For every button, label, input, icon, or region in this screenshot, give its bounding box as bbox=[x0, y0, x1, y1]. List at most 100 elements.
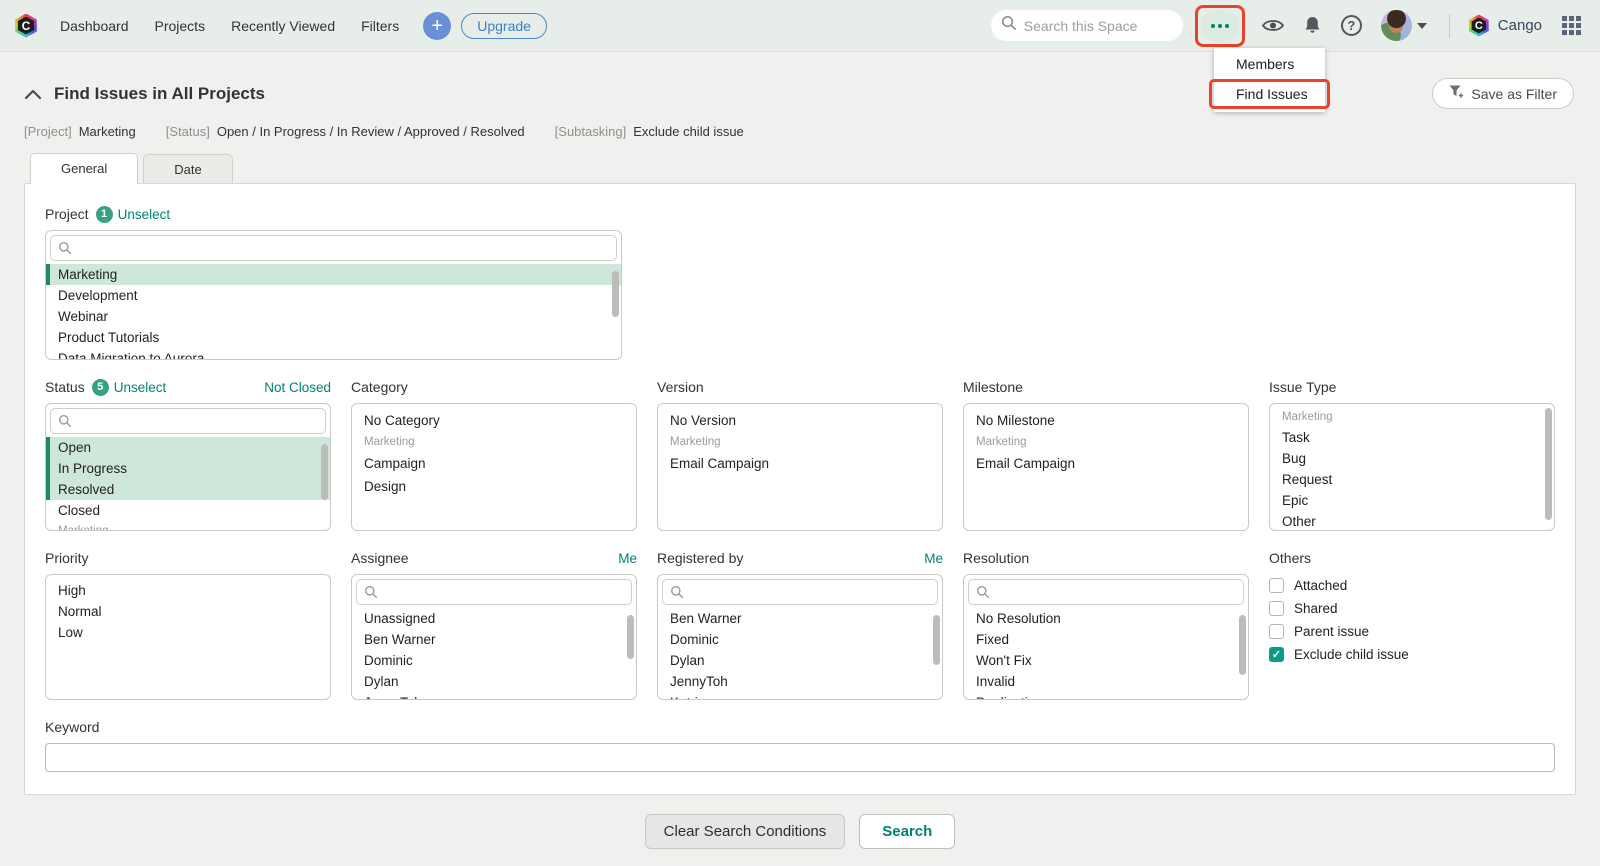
menu-item-find-issues[interactable]: Find Issues bbox=[1212, 82, 1327, 106]
list-item[interactable]: Ben Warner bbox=[352, 629, 636, 650]
nav-recently-viewed[interactable]: Recently Viewed bbox=[231, 18, 335, 34]
project-unselect-link[interactable]: Unselect bbox=[118, 207, 171, 222]
upgrade-button[interactable]: Upgrade bbox=[461, 12, 547, 39]
assignee-me-link[interactable]: Me bbox=[618, 551, 637, 566]
list-item[interactable]: High bbox=[46, 580, 330, 601]
nav-projects[interactable]: Projects bbox=[155, 18, 206, 34]
list-item: Marketing bbox=[1282, 411, 1333, 423]
project-filter-input[interactable] bbox=[50, 235, 617, 261]
keyword-field: Keyword bbox=[45, 717, 1555, 772]
filter-summary: [Project] Marketing [Status] Open / In P… bbox=[0, 109, 1600, 139]
list-item[interactable]: Development bbox=[46, 285, 621, 306]
list-item[interactable]: In Progress bbox=[46, 458, 330, 479]
overflow-menu-button[interactable] bbox=[1200, 9, 1239, 42]
registered-by-me-link[interactable]: Me bbox=[924, 551, 943, 566]
topbar-divider bbox=[1448, 13, 1450, 38]
list-item[interactable]: Task bbox=[1270, 427, 1554, 448]
list-item[interactable]: Dominic bbox=[352, 650, 636, 671]
list-item[interactable]: Ben Warner bbox=[658, 608, 942, 629]
checkbox-parent-issue[interactable]: Parent issue bbox=[1269, 620, 1555, 643]
save-as-filter-button[interactable]: Save as Filter bbox=[1432, 78, 1574, 109]
clear-search-conditions-button[interactable]: Clear Search Conditions bbox=[644, 814, 846, 849]
app-logo[interactable]: C bbox=[15, 13, 37, 38]
list-item[interactable]: Invalid bbox=[964, 671, 1248, 692]
list-item[interactable]: Product Tutorials bbox=[46, 327, 621, 348]
list-item[interactable]: Epic bbox=[1270, 490, 1554, 511]
tab-general[interactable]: General bbox=[30, 153, 139, 184]
keyword-input[interactable] bbox=[45, 743, 1555, 772]
status-listbox: Open In Progress Resolved Closed Marketi… bbox=[45, 403, 331, 531]
user-menu[interactable] bbox=[1380, 10, 1427, 41]
registered-by-filter-input[interactable] bbox=[662, 579, 938, 605]
list-item[interactable]: Katrina bbox=[658, 692, 942, 699]
space-home-link[interactable]: C Cango bbox=[1468, 14, 1542, 37]
list-item[interactable]: Marketing bbox=[46, 264, 621, 285]
checkbox-exclude-child-issue[interactable]: Exclude child issue bbox=[1269, 643, 1555, 666]
status-not-closed-link[interactable]: Not Closed bbox=[264, 380, 331, 395]
list-item[interactable]: Email Campaign bbox=[658, 452, 942, 475]
registered-by-field: Registered by Me Ben Warner Dominic Dyla… bbox=[657, 548, 943, 700]
scrollbar[interactable] bbox=[321, 444, 328, 500]
checkbox-attached[interactable]: Attached bbox=[1269, 574, 1555, 597]
space-search-input[interactable] bbox=[1023, 17, 1164, 34]
scrollbar[interactable] bbox=[1239, 615, 1246, 675]
menu-item-members[interactable]: Members bbox=[1214, 50, 1325, 78]
help-icon[interactable]: ? bbox=[1340, 15, 1362, 36]
list-item[interactable]: Resolved bbox=[46, 479, 330, 500]
list-item[interactable]: No Resolution bbox=[964, 608, 1248, 629]
overflow-dropdown-menu: Members Find Issues bbox=[1209, 48, 1330, 112]
list-item[interactable]: JennyToh bbox=[658, 671, 942, 692]
list-item[interactable]: Open bbox=[46, 437, 330, 458]
scrollbar[interactable] bbox=[627, 615, 634, 659]
status-filter-input[interactable] bbox=[50, 408, 326, 434]
list-item[interactable]: Low bbox=[46, 622, 330, 643]
assignee-listbox: Unassigned Ben Warner Dominic Dylan Jenn… bbox=[351, 574, 637, 700]
list-item[interactable]: Data Migration to Aurora bbox=[46, 348, 621, 359]
priority-listbox: High Normal Low bbox=[45, 574, 331, 700]
scrollbar[interactable] bbox=[933, 615, 940, 665]
list-item[interactable]: Dylan bbox=[658, 650, 942, 671]
filter-plus-icon bbox=[1449, 85, 1464, 102]
list-item[interactable]: Duplication bbox=[964, 692, 1248, 699]
others-options: Attached Shared Parent issue Exclude chi… bbox=[1269, 574, 1555, 666]
status-unselect-link[interactable]: Unselect bbox=[114, 380, 167, 395]
chevron-down-icon bbox=[1416, 22, 1427, 29]
list-item[interactable]: Closed bbox=[46, 500, 330, 521]
tab-date[interactable]: Date bbox=[143, 154, 233, 184]
list-item[interactable]: Won't Fix bbox=[964, 650, 1248, 671]
list-item[interactable]: No Milestone bbox=[964, 409, 1248, 432]
checkbox-shared[interactable]: Shared bbox=[1269, 597, 1555, 620]
assignee-filter-input[interactable] bbox=[356, 579, 632, 605]
list-item[interactable]: Campaign bbox=[352, 452, 636, 475]
list-item[interactable]: Unassigned bbox=[352, 608, 636, 629]
apps-grid-icon[interactable] bbox=[1562, 16, 1581, 35]
list-item[interactable]: Request bbox=[1270, 469, 1554, 490]
add-button[interactable]: + bbox=[423, 11, 452, 40]
issue-type-listbox: Marketing Task Bug Request Epic Other bbox=[1269, 403, 1555, 531]
list-item[interactable]: JennyToh bbox=[352, 692, 636, 699]
assignee-label: Assignee bbox=[351, 550, 409, 566]
list-item[interactable]: Bug bbox=[1270, 448, 1554, 469]
search-icon bbox=[59, 242, 72, 255]
list-item[interactable]: Dylan bbox=[352, 671, 636, 692]
list-item[interactable]: Design bbox=[352, 475, 636, 498]
list-item[interactable]: Webinar bbox=[46, 306, 621, 327]
search-button[interactable]: Search bbox=[859, 814, 956, 849]
watch-eye-icon[interactable] bbox=[1261, 18, 1284, 33]
list-item[interactable]: Dominic bbox=[658, 629, 942, 650]
list-item[interactable]: No Version bbox=[658, 409, 942, 432]
notifications-bell-icon[interactable] bbox=[1304, 16, 1321, 35]
project-label: Project bbox=[45, 206, 89, 222]
collapse-chevron-up-icon[interactable] bbox=[24, 88, 42, 100]
resolution-filter-input[interactable] bbox=[968, 579, 1244, 605]
scrollbar[interactable] bbox=[612, 271, 619, 317]
list-item[interactable]: Normal bbox=[46, 601, 330, 622]
list-item[interactable]: Other bbox=[1270, 511, 1554, 530]
scrollbar[interactable] bbox=[1545, 408, 1552, 520]
app-logo-letter: C bbox=[17, 16, 35, 35]
nav-dashboard[interactable]: Dashboard bbox=[60, 18, 129, 34]
list-item[interactable]: Fixed bbox=[964, 629, 1248, 650]
nav-filters[interactable]: Filters bbox=[361, 18, 399, 34]
list-item[interactable]: No Category bbox=[352, 409, 636, 432]
list-item[interactable]: Email Campaign bbox=[964, 452, 1248, 475]
